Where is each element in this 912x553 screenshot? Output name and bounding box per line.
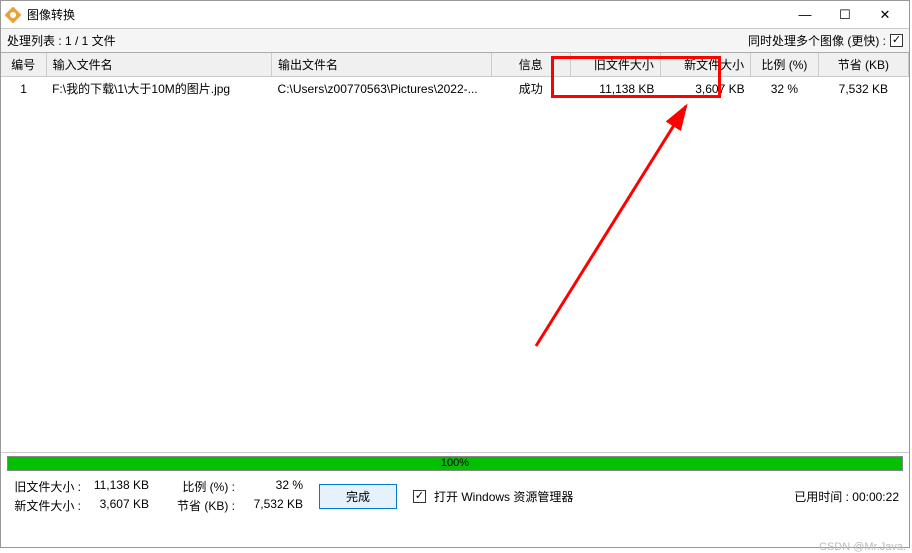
app-icon bbox=[5, 7, 21, 23]
progress-bar: 100% bbox=[7, 456, 903, 471]
table-row[interactable]: 1 F:\我的下载\1\大于10M的图片.jpg C:\Users\z00770… bbox=[1, 77, 909, 101]
cell-info: 成功 bbox=[491, 77, 570, 101]
col-header-oldsize[interactable]: 旧文件大小 bbox=[570, 53, 660, 77]
maximize-button[interactable]: ☐ bbox=[825, 3, 865, 27]
col-header-saved[interactable]: 节省 (KB) bbox=[818, 53, 908, 77]
multi-image-checkbox[interactable]: ✓ bbox=[890, 34, 903, 47]
elapsed-label: 已用时间 : bbox=[794, 490, 849, 504]
done-button[interactable]: 完成 bbox=[319, 484, 397, 509]
old-size-value: 11,138 KB bbox=[89, 478, 149, 495]
cell-output: C:\Users\z00770563\Pictures\2022-... bbox=[272, 77, 492, 101]
col-header-idx[interactable]: 编号 bbox=[1, 53, 46, 77]
progress-area: 100% bbox=[1, 453, 909, 474]
cell-newsize: 3,607 KB bbox=[660, 77, 750, 101]
file-table: 编号 输入文件名 输出文件名 信息 旧文件大小 新文件大小 比例 (%) 节省 … bbox=[1, 53, 909, 453]
ratio-label: 比例 (%) : bbox=[165, 478, 235, 495]
window-title: 图像转换 bbox=[27, 6, 785, 23]
minimize-button[interactable]: — bbox=[785, 3, 825, 27]
col-header-info[interactable]: 信息 bbox=[491, 53, 570, 77]
close-button[interactable]: ✕ bbox=[865, 3, 905, 27]
open-explorer-checkbox[interactable]: ✓ bbox=[413, 490, 426, 503]
col-header-newsize[interactable]: 新文件大小 bbox=[660, 53, 750, 77]
old-size-label: 旧文件大小 : bbox=[11, 478, 81, 495]
new-size-label: 新文件大小 : bbox=[11, 497, 81, 514]
cell-oldsize: 11,138 KB bbox=[570, 77, 660, 101]
processing-status: 处理列表 : 1 / 1 文件 bbox=[7, 32, 748, 49]
saved-label: 节省 (KB) : bbox=[165, 497, 235, 514]
col-header-ratio[interactable]: 比例 (%) bbox=[751, 53, 819, 77]
cell-ratio: 32 % bbox=[751, 77, 819, 101]
cell-saved: 7,532 KB bbox=[818, 77, 908, 101]
titlebar: 图像转换 — ☐ ✕ bbox=[1, 1, 909, 29]
footer: 旧文件大小 : 11,138 KB 新文件大小 : 3,607 KB 比例 (%… bbox=[1, 474, 909, 518]
new-size-value: 3,607 KB bbox=[89, 497, 149, 514]
elapsed-value: 00:00:22 bbox=[852, 490, 899, 504]
open-explorer-label: 打开 Windows 资源管理器 bbox=[434, 488, 573, 505]
col-header-input[interactable]: 输入文件名 bbox=[46, 53, 271, 77]
saved-value: 7,532 KB bbox=[243, 497, 303, 514]
watermark: CSDN @Mr.Java. bbox=[819, 541, 906, 553]
col-header-output[interactable]: 输出文件名 bbox=[272, 53, 492, 77]
cell-idx: 1 bbox=[1, 77, 46, 101]
cell-input: F:\我的下载\1\大于10M的图片.jpg bbox=[46, 77, 271, 101]
multi-image-label: 同时处理多个图像 (更快) : bbox=[748, 32, 886, 49]
toolbar: 处理列表 : 1 / 1 文件 同时处理多个图像 (更快) : ✓ bbox=[1, 29, 909, 53]
ratio-value: 32 % bbox=[243, 478, 303, 495]
